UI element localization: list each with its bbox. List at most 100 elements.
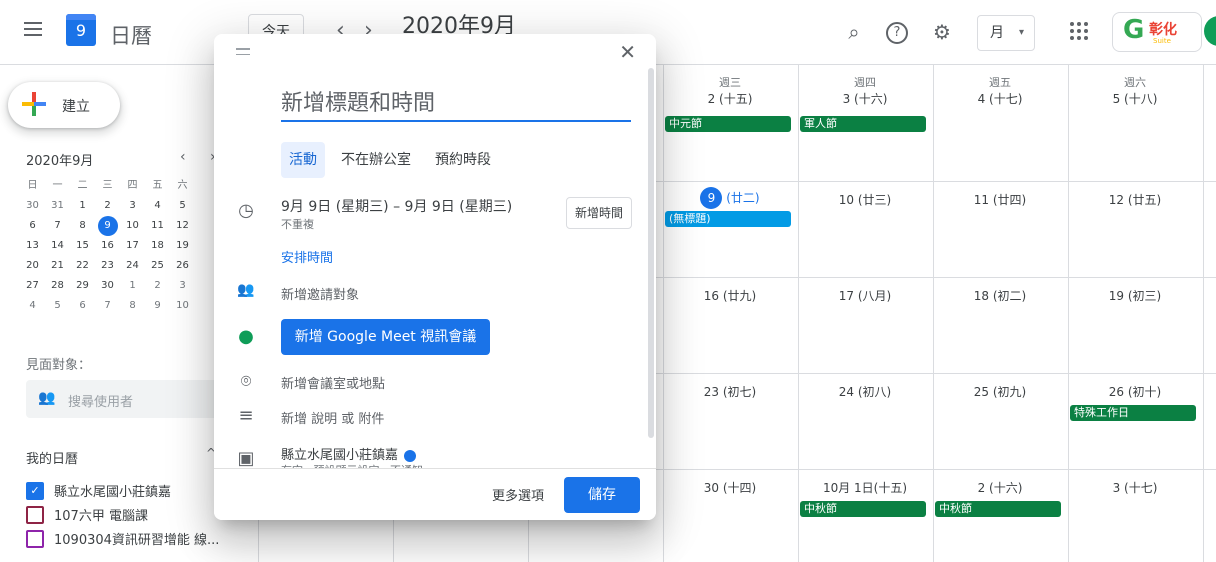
today-day-number[interactable]: 9 (廿二) <box>663 187 797 209</box>
drag-handle-icon[interactable] <box>236 48 250 59</box>
mini-day[interactable]: 12 <box>170 216 195 236</box>
event-title-input[interactable] <box>281 86 631 122</box>
gsuite-logo[interactable]: G 彰化 Suite <box>1112 12 1202 52</box>
mini-day[interactable]: 1 <box>120 276 145 296</box>
search-icon[interactable]: ⌕ <box>842 20 866 44</box>
mini-day[interactable]: 5 <box>170 196 195 216</box>
day-number[interactable]: 11 (廿四) <box>933 191 1067 208</box>
calendar-checkbox[interactable]: ✓ <box>26 482 44 500</box>
mini-day[interactable]: 10 <box>170 296 195 316</box>
mini-day[interactable]: 1 <box>70 196 95 216</box>
day-number[interactable]: 2 (十五) <box>663 90 797 107</box>
mini-day[interactable]: 30 <box>95 276 120 296</box>
mini-day[interactable]: 6 <box>70 296 95 316</box>
calendar-checkbox[interactable] <box>26 506 44 524</box>
mini-day[interactable]: 15 <box>70 236 95 256</box>
tab-event[interactable]: 活動 <box>281 142 325 178</box>
find-time-link[interactable]: 安排時間 <box>281 247 333 266</box>
mini-day[interactable]: 7 <box>45 216 70 236</box>
main-menu-icon[interactable] <box>24 22 42 36</box>
mini-day[interactable]: 30 <box>20 196 45 216</box>
mini-day[interactable]: 10 <box>120 216 145 236</box>
mini-day[interactable]: 27 <box>20 276 45 296</box>
mini-day[interactable]: 16 <box>95 236 120 256</box>
mini-day[interactable]: 3 <box>120 196 145 216</box>
mini-day[interactable]: 6 <box>20 216 45 236</box>
day-number[interactable]: 30 (十四) <box>663 479 797 496</box>
calendar-checkbox[interactable] <box>26 530 44 548</box>
mini-day[interactable]: 4 <box>20 296 45 316</box>
mini-day[interactable]: 26 <box>170 256 195 276</box>
mini-day[interactable]: 2 <box>95 196 120 216</box>
calendar-event-chip[interactable]: 中秋節 <box>800 501 926 517</box>
day-number[interactable]: 3 (十六) <box>798 90 932 107</box>
mini-day[interactable]: 7 <box>95 296 120 316</box>
mini-day[interactable]: 3 <box>170 276 195 296</box>
day-number[interactable]: 19 (初三) <box>1068 287 1202 304</box>
day-number[interactable]: 25 (初九) <box>933 383 1067 400</box>
save-button[interactable]: 儲存 <box>564 477 640 513</box>
day-number[interactable]: 3 (十七) <box>1068 479 1202 496</box>
mini-day[interactable]: 9 <box>95 216 120 236</box>
mini-day[interactable]: 14 <box>45 236 70 256</box>
mini-prev-button[interactable]: ‹ <box>180 149 186 165</box>
mini-day[interactable]: 4 <box>145 196 170 216</box>
add-time-button[interactable]: 新增時間 <box>566 197 632 229</box>
add-description[interactable]: 新增 說明 或 附件 <box>281 408 384 427</box>
mini-day[interactable]: 23 <box>95 256 120 276</box>
day-number[interactable]: 12 (廿五) <box>1068 191 1202 208</box>
mini-day[interactable]: 22 <box>70 256 95 276</box>
mini-day[interactable]: 17 <box>120 236 145 256</box>
day-number[interactable]: 24 (初八) <box>798 383 932 400</box>
close-icon[interactable]: ✕ <box>619 40 636 64</box>
mini-day[interactable]: 5 <box>45 296 70 316</box>
repeat-setting[interactable]: 不重複 <box>281 216 314 232</box>
day-number[interactable]: 4 (十七) <box>933 90 1067 107</box>
mini-day[interactable]: 19 <box>170 236 195 256</box>
day-number[interactable]: 5 (十八) <box>1068 90 1202 107</box>
mini-day[interactable]: 31 <box>45 196 70 216</box>
mini-day[interactable]: 11 <box>145 216 170 236</box>
my-calendars-heading[interactable]: 我的日曆 <box>26 448 78 467</box>
calendar-event-chip[interactable]: 中元節 <box>665 116 791 132</box>
more-options-button[interactable]: 更多選項 <box>492 485 544 504</box>
mini-day[interactable]: 21 <box>45 256 70 276</box>
apps-grid-icon[interactable] <box>1070 22 1088 40</box>
day-number[interactable]: 26 (初十) <box>1068 383 1202 400</box>
add-location[interactable]: 新增會議室或地點 <box>281 373 385 392</box>
settings-icon[interactable]: ⚙ <box>930 20 954 44</box>
calendar-event-chip[interactable]: (無標題) <box>665 211 791 227</box>
dialog-scrollbar[interactable] <box>648 68 654 438</box>
mini-day[interactable]: 2 <box>145 276 170 296</box>
day-number[interactable]: 10 (廿三) <box>798 191 932 208</box>
create-button[interactable]: 建立 <box>8 82 120 128</box>
date-range[interactable]: 9月 9日 (星期三) – 9月 9日 (星期三) <box>281 196 512 216</box>
mini-day[interactable]: 8 <box>120 296 145 316</box>
mini-day[interactable]: 24 <box>120 256 145 276</box>
day-number[interactable]: 2 (十六) <box>933 479 1067 496</box>
mini-day[interactable]: 28 <box>45 276 70 296</box>
avatar[interactable] <box>1204 16 1216 46</box>
event-calendar-select[interactable]: 縣立水尾國小莊鎮嘉 <box>281 444 417 463</box>
day-number[interactable]: 18 (初二) <box>933 287 1067 304</box>
day-number[interactable]: 10月 1日(十五) <box>798 479 932 496</box>
calendar-event-chip[interactable]: 特殊工作日 <box>1070 405 1196 421</box>
mini-day[interactable]: 8 <box>70 216 95 236</box>
mini-day[interactable]: 29 <box>70 276 95 296</box>
mini-day[interactable]: 18 <box>145 236 170 256</box>
tab-appointment-slots[interactable]: 預約時段 <box>427 142 499 178</box>
add-google-meet-button[interactable]: 新增 Google Meet 視訊會議 <box>281 319 490 355</box>
mini-day[interactable]: 9 <box>145 296 170 316</box>
day-number[interactable]: 17 (八月) <box>798 287 932 304</box>
mini-day[interactable]: 25 <box>145 256 170 276</box>
mini-day[interactable]: 13 <box>20 236 45 256</box>
tab-out-of-office[interactable]: 不在辦公室 <box>333 142 419 178</box>
help-icon[interactable]: ? <box>886 22 908 44</box>
calendar-event-chip[interactable]: 中秋節 <box>935 501 1061 517</box>
day-number[interactable]: 16 (廿九) <box>663 287 797 304</box>
search-people-input[interactable]: 👥 搜尋使用者 <box>26 380 218 418</box>
day-number[interactable]: 23 (初七) <box>663 383 797 400</box>
add-guests[interactable]: 新增邀請對象 <box>281 284 359 303</box>
calendar-event-chip[interactable]: 軍人節 <box>800 116 926 132</box>
mini-day[interactable]: 20 <box>20 256 45 276</box>
